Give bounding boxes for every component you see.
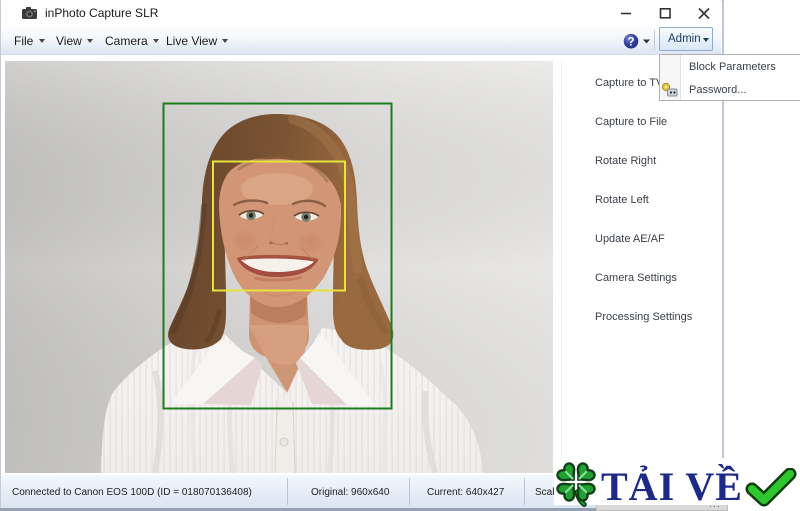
svg-text:?: ? xyxy=(627,37,634,49)
